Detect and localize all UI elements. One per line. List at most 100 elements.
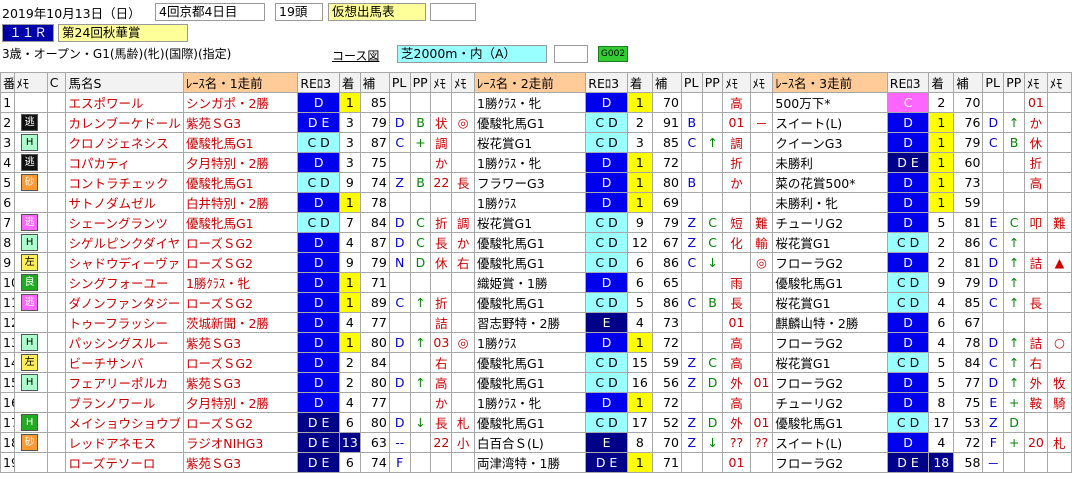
memo-a-1[interactable] [430, 192, 453, 213]
table-row[interactable]: 1 エスポワール シンガポ・2勝 D 1 85 1勝ｸﾗｽ・牝 D 1 70 高 500万下* C 2 70… [0, 92, 1072, 113]
horse-name[interactable]: レッドアネモス [65, 432, 184, 453]
column-header-6[interactable]: 着 [338, 72, 361, 93]
memo-b-1[interactable]: 長 [451, 172, 476, 193]
race-name-2[interactable]: 1勝ｸﾗｽ [474, 332, 587, 353]
race-name-3[interactable]: フローラG2 [772, 332, 888, 353]
column-header-24[interactable]: PL [982, 72, 1005, 93]
race-name-3[interactable]: 500万下* [772, 92, 888, 113]
memo-a-3[interactable]: 折 [1023, 152, 1048, 173]
column-header-21[interactable]: REﾛ3 [886, 72, 930, 93]
memo-b-1[interactable] [451, 292, 476, 313]
c-cell[interactable] [46, 112, 67, 133]
memo-a-3[interactable] [1023, 192, 1048, 213]
c-cell[interactable] [46, 92, 67, 113]
memo-b-2[interactable]: 01 [749, 412, 774, 433]
column-header-25[interactable]: PP [1003, 72, 1025, 93]
memo-a-1[interactable]: 調 [430, 132, 453, 153]
memo-a-1[interactable]: 03 [430, 332, 453, 353]
column-header-27[interactable]: ﾒﾓ [1046, 72, 1072, 93]
memo-a-1[interactable]: 折 [430, 212, 453, 233]
memo-b-2[interactable]: 輸 [749, 232, 774, 253]
memo-a-1[interactable]: 22 [430, 172, 453, 193]
memo-a-3[interactable]: 高 [1023, 172, 1048, 193]
horse-name[interactable]: ダノンファンタジー [65, 292, 184, 313]
column-header-11[interactable]: ﾒﾓ [451, 72, 476, 93]
race-name-3[interactable]: フローラG2 [772, 372, 888, 393]
column-header-9[interactable]: PP [409, 72, 432, 93]
table-row[interactable]: 11逃ダノンファンタジーローズＳG2D189C↑折優駿牝馬G1C D586CB長… [0, 292, 1072, 313]
memo-b-3[interactable] [1046, 192, 1072, 213]
memo-a-2[interactable]: 高 [722, 392, 751, 413]
memo-a-3[interactable] [1023, 272, 1048, 293]
memo-b-3[interactable]: 牧 [1046, 372, 1072, 393]
race-name-2[interactable]: 桜花賞G1 [474, 212, 587, 233]
race-name-1[interactable]: ラジオNIHG3 [182, 432, 299, 453]
horse-name[interactable]: シェーングランツ [65, 212, 184, 233]
table-row[interactable]: 4 逃コパカティ 夕月特別・2勝 D 3 75 か 1勝ｸﾗｽ・牝 D 1 72 折未勝利 D E 1 60… [0, 152, 1072, 173]
table-row[interactable]: 18砂レッドアネモスラジオNIHG3D E1363--22小白百合Ｓ(L)E87… [0, 432, 1072, 453]
horse-name[interactable]: カレンブーケドール [65, 112, 184, 133]
race-name-2[interactable]: 優駿牝馬G1 [474, 372, 587, 393]
memo-a-3[interactable]: 詰 [1023, 332, 1048, 353]
column-header-0[interactable]: 番 [0, 72, 15, 93]
memo-a-3[interactable] [1023, 452, 1048, 473]
race-name-1[interactable]: ローズＳG2 [182, 412, 299, 433]
column-header-12[interactable]: ﾚｰｽ名・2走前 [474, 72, 587, 93]
c-cell[interactable] [46, 392, 67, 413]
race-name-2[interactable]: 織姫賞・1勝 [474, 272, 587, 293]
race-name-3[interactable]: 麒麟山特・2勝 [772, 312, 888, 333]
memo-b-1[interactable]: 右 [451, 252, 476, 273]
table-row[interactable]: 9 左シャドウディーヴァ ローズＳG2 D 9 79 N D 休右優駿牝馬G1 C D 6 86 C ↓ ◎… [0, 252, 1072, 273]
race-name-3[interactable]: チューリG2 [772, 392, 888, 413]
memo-a-2[interactable] [722, 192, 751, 213]
horse-name[interactable]: フェアリーポルカ [65, 372, 184, 393]
memo-a-3[interactable]: 休 [1023, 132, 1048, 153]
memo-a-1[interactable]: 休 [430, 252, 453, 273]
memo-a-3[interactable]: 長 [1023, 292, 1048, 313]
memo-b-2[interactable] [749, 192, 774, 213]
horse-name[interactable]: クロノジェネシス [65, 132, 184, 153]
horse-name[interactable]: シャドウディーヴァ [65, 252, 184, 273]
race-name-3[interactable]: スイート(L) [772, 432, 888, 453]
table-row[interactable]: 14左ビーチサンバローズＳG2D284右優駿牝馬G1C D1559ZC高桜花賞G… [0, 352, 1072, 373]
blank-field-2[interactable] [554, 45, 588, 63]
race-name-1[interactable]: 優駿牝馬G1 [182, 212, 299, 233]
column-header-4[interactable]: ﾚｰｽ名・1走前 [182, 72, 299, 93]
memo-b-3[interactable]: 難 [1046, 212, 1072, 233]
race-name-2[interactable]: 優駿牝馬G1 [474, 112, 587, 133]
table-row[interactable]: 8 H シゲルピンクダイヤ ローズＳG2 D 4 87 D C 長か優駿牝馬G1 C D 12 67 Z C… [0, 232, 1072, 253]
race-name-3[interactable]: フローラG2 [772, 252, 888, 273]
c-cell[interactable] [46, 172, 67, 193]
race-name-2[interactable]: 1勝ｸﾗｽ・牝 [474, 392, 587, 413]
memo-a-3[interactable] [1023, 312, 1048, 333]
memo-a-3[interactable]: 外 [1023, 372, 1048, 393]
table-row[interactable]: 10良シングフォーユー1勝ｸﾗｽ・牝D171織姫賞・1勝D665雨優駿牝馬G1C… [0, 272, 1072, 293]
table-row[interactable]: 12トゥーフラッシー茨城新聞・2勝D477詰習志野特・2勝E47301麒麟山特・… [0, 312, 1072, 333]
table-row[interactable]: 2 逃カレンブーケドール 紫苑ＳG3 D E 3 79 D B 状 ◎ 優駿牝馬G1 C D 2 91 B 0… [0, 112, 1072, 133]
memo-b-1[interactable] [451, 392, 476, 413]
memo-a-2[interactable]: 短 [722, 212, 751, 233]
column-header-1[interactable]: ﾒﾓ [13, 72, 48, 93]
horse-name[interactable]: シゲルピンクダイヤ [65, 232, 184, 253]
memo-b-3[interactable] [1046, 312, 1072, 333]
memo-a-2[interactable]: 調 [722, 132, 751, 153]
table-row[interactable]: 3 H クロノジェネシス 優駿牝馬G1 C D 3 87 C + 調桜花賞G1 C D 3 85 C ↑ 調ク… [0, 132, 1072, 153]
table-row[interactable]: 17HメイショウショウブローズＳG2D E680D↓長札優駿牝馬G1C D175… [0, 412, 1072, 433]
race-name-3[interactable]: 菜の花賞500* [772, 172, 888, 193]
memo-a-2[interactable]: 01 [722, 112, 751, 133]
memo-a-3[interactable]: 詰 [1023, 252, 1048, 273]
memo-b-2[interactable] [749, 132, 774, 153]
course-map-link[interactable]: コース図 [332, 47, 379, 64]
race-name-2[interactable]: 両津湾特・1勝 [474, 452, 587, 473]
memo-a-2[interactable]: ?? [722, 432, 751, 453]
memo-b-2[interactable] [749, 332, 774, 353]
race-name-1[interactable]: シンガポ・2勝 [182, 92, 299, 113]
memo-b-1[interactable]: ◎ [451, 112, 476, 133]
race-name-2[interactable]: 白百合Ｓ(L) [474, 432, 587, 453]
memo-b-2[interactable] [749, 452, 774, 473]
race-name-3[interactable]: フローラG2 [772, 452, 888, 473]
memo-a-1[interactable]: か [430, 392, 453, 413]
memo-b-2[interactable]: 01 [749, 372, 774, 393]
memo-a-2[interactable]: か [722, 172, 751, 193]
memo-a-3[interactable]: 叩 [1023, 212, 1048, 233]
